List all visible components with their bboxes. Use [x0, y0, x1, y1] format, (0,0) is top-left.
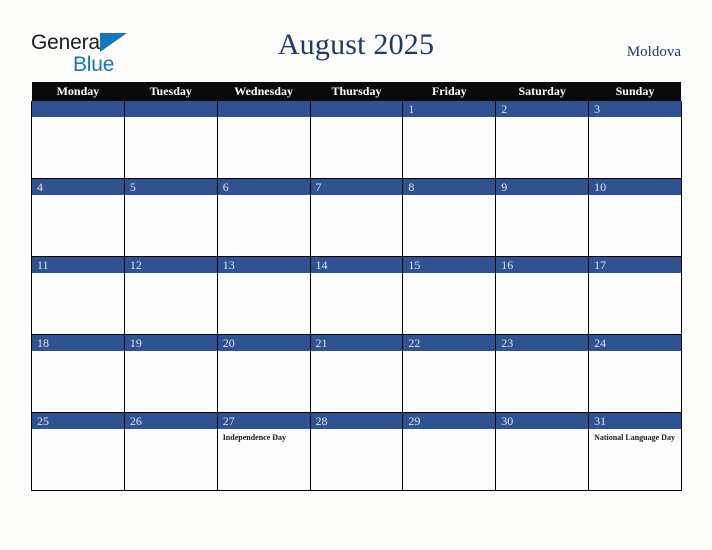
country-label: Moldova [626, 44, 681, 60]
calendar-day-cell[interactable]: 25 [31, 412, 125, 491]
calendar-day-cell[interactable]: 28 [309, 412, 404, 491]
calendar-week-row: 11 12 13 14 15 16 17 [31, 256, 682, 335]
calendar-page: General Blue August 2025 Moldova Monday … [0, 0, 712, 550]
calendar-day-cell[interactable]: 17 [588, 256, 682, 335]
calendar-grid-wrapper: Monday Tuesday Wednesday Thursday Friday… [31, 82, 682, 491]
calendar-day-cell[interactable]: 22 [402, 334, 497, 413]
calendar-day-cell[interactable]: 4 [31, 178, 125, 257]
day-number: 27 [217, 413, 310, 429]
weekday-header-wednesday: Wednesday [217, 82, 311, 101]
day-number: 13 [217, 257, 310, 273]
calendar-day-cell[interactable]: 11 [31, 256, 125, 335]
weekday-header-thursday: Thursday [310, 82, 403, 101]
day-number [310, 101, 403, 117]
calendar-day-cell[interactable]: 12 [123, 256, 218, 335]
calendar-day-cell[interactable]: 26 [123, 412, 218, 491]
day-number: 24 [589, 335, 681, 351]
calendar-day-cell[interactable]: 13 [216, 256, 311, 335]
day-number: 15 [403, 257, 496, 273]
day-number: 14 [310, 257, 403, 273]
calendar-day-cell[interactable]: 15 [402, 256, 497, 335]
calendar-week-row: 123 [31, 101, 682, 179]
calendar-empty-cell [123, 101, 218, 179]
calendar-day-cell[interactable]: 9 [495, 178, 590, 257]
day-number: 2 [496, 101, 589, 117]
weekday-header-saturday: Saturday [495, 82, 589, 101]
calendar-day-cell[interactable]: 2 [495, 101, 590, 179]
day-number: 4 [32, 179, 124, 195]
calendar-day-cell[interactable]: 19 [123, 334, 218, 413]
calendar-header-row-group: Monday Tuesday Wednesday Thursday Friday… [31, 82, 682, 101]
day-number: 11 [32, 257, 124, 273]
calendar-empty-cell [309, 101, 404, 179]
day-number: 20 [217, 335, 310, 351]
calendar-day-cell[interactable]: 14 [309, 256, 404, 335]
calendar-day-cell[interactable]: 10 [588, 178, 682, 257]
calendar-day-cell[interactable]: 31 National Language Day [588, 412, 682, 491]
day-number: 9 [496, 179, 589, 195]
day-number: 28 [310, 413, 403, 429]
calendar-day-cell[interactable]: 29 [402, 412, 497, 491]
day-number: 5 [124, 179, 217, 195]
holiday-label: National Language Day [594, 433, 675, 442]
calendar-day-cell[interactable]: 30 [495, 412, 590, 491]
day-number: 29 [403, 413, 496, 429]
calendar-day-cell[interactable]: 27 Independence Day [216, 412, 311, 491]
calendar-week-row: 4 5 6 7 8 9 10 [31, 178, 682, 257]
day-number: 1 [403, 101, 496, 117]
calendar-empty-cell [31, 101, 125, 179]
calendar-week-row: 18 19 20 21 22 23 24 [31, 334, 682, 413]
day-number: 18 [32, 335, 124, 351]
day-number: 31 [589, 413, 681, 429]
day-number: 19 [124, 335, 217, 351]
weekday-header-tuesday: Tuesday [124, 82, 218, 101]
day-number: 7 [310, 179, 403, 195]
calendar-day-cell[interactable]: 23 [495, 334, 590, 413]
calendar-table: Monday Tuesday Wednesday Thursday Friday… [31, 82, 682, 491]
day-number: 17 [589, 257, 681, 273]
calendar-day-cell[interactable]: 7 [309, 178, 404, 257]
day-number [124, 101, 217, 117]
day-number: 25 [32, 413, 124, 429]
day-number: 3 [589, 101, 681, 117]
day-number: 23 [496, 335, 589, 351]
weekday-header-friday: Friday [402, 82, 496, 101]
calendar-day-cell[interactable]: 24 [588, 334, 682, 413]
calendar-empty-cell [216, 101, 311, 179]
day-number: 21 [310, 335, 403, 351]
weekday-header-sunday: Sunday [588, 82, 682, 101]
weekday-header-row: Monday Tuesday Wednesday Thursday Friday… [31, 82, 682, 101]
day-number: 10 [589, 179, 681, 195]
calendar-day-cell[interactable]: 16 [495, 256, 590, 335]
calendar-day-cell[interactable]: 1 [402, 101, 497, 179]
day-number: 6 [217, 179, 310, 195]
day-number: 12 [124, 257, 217, 273]
calendar-day-cell[interactable]: 18 [31, 334, 125, 413]
calendar-day-cell[interactable]: 5 [123, 178, 218, 257]
day-number: 30 [496, 413, 589, 429]
page-header: General Blue August 2025 Moldova [0, 0, 712, 82]
calendar-body: 1 2 3 4 5 6 7 8 9 10 11 12 13 14 15 16 17 18 19 20 21 22 23 24 2… [31, 101, 682, 491]
day-number: 16 [496, 257, 589, 273]
weekday-header-monday: Monday [31, 82, 125, 101]
day-number: 8 [403, 179, 496, 195]
day-number [32, 101, 124, 117]
calendar-week-row: 25 26 27 Independence Day 28 29 30 31 National L… [31, 412, 682, 491]
calendar-day-cell[interactable]: 21 [309, 334, 404, 413]
calendar-day-cell[interactable]: 3 [588, 101, 682, 179]
day-number: 26 [124, 413, 217, 429]
day-number [217, 101, 310, 117]
calendar-day-cell[interactable]: 20 [216, 334, 311, 413]
holiday-label: Independence Day [222, 433, 287, 442]
day-number: 22 [403, 335, 496, 351]
calendar-day-cell[interactable]: 8 [402, 178, 497, 257]
page-title: August 2025 [277, 28, 435, 61]
calendar-day-cell[interactable]: 6 [216, 178, 311, 257]
